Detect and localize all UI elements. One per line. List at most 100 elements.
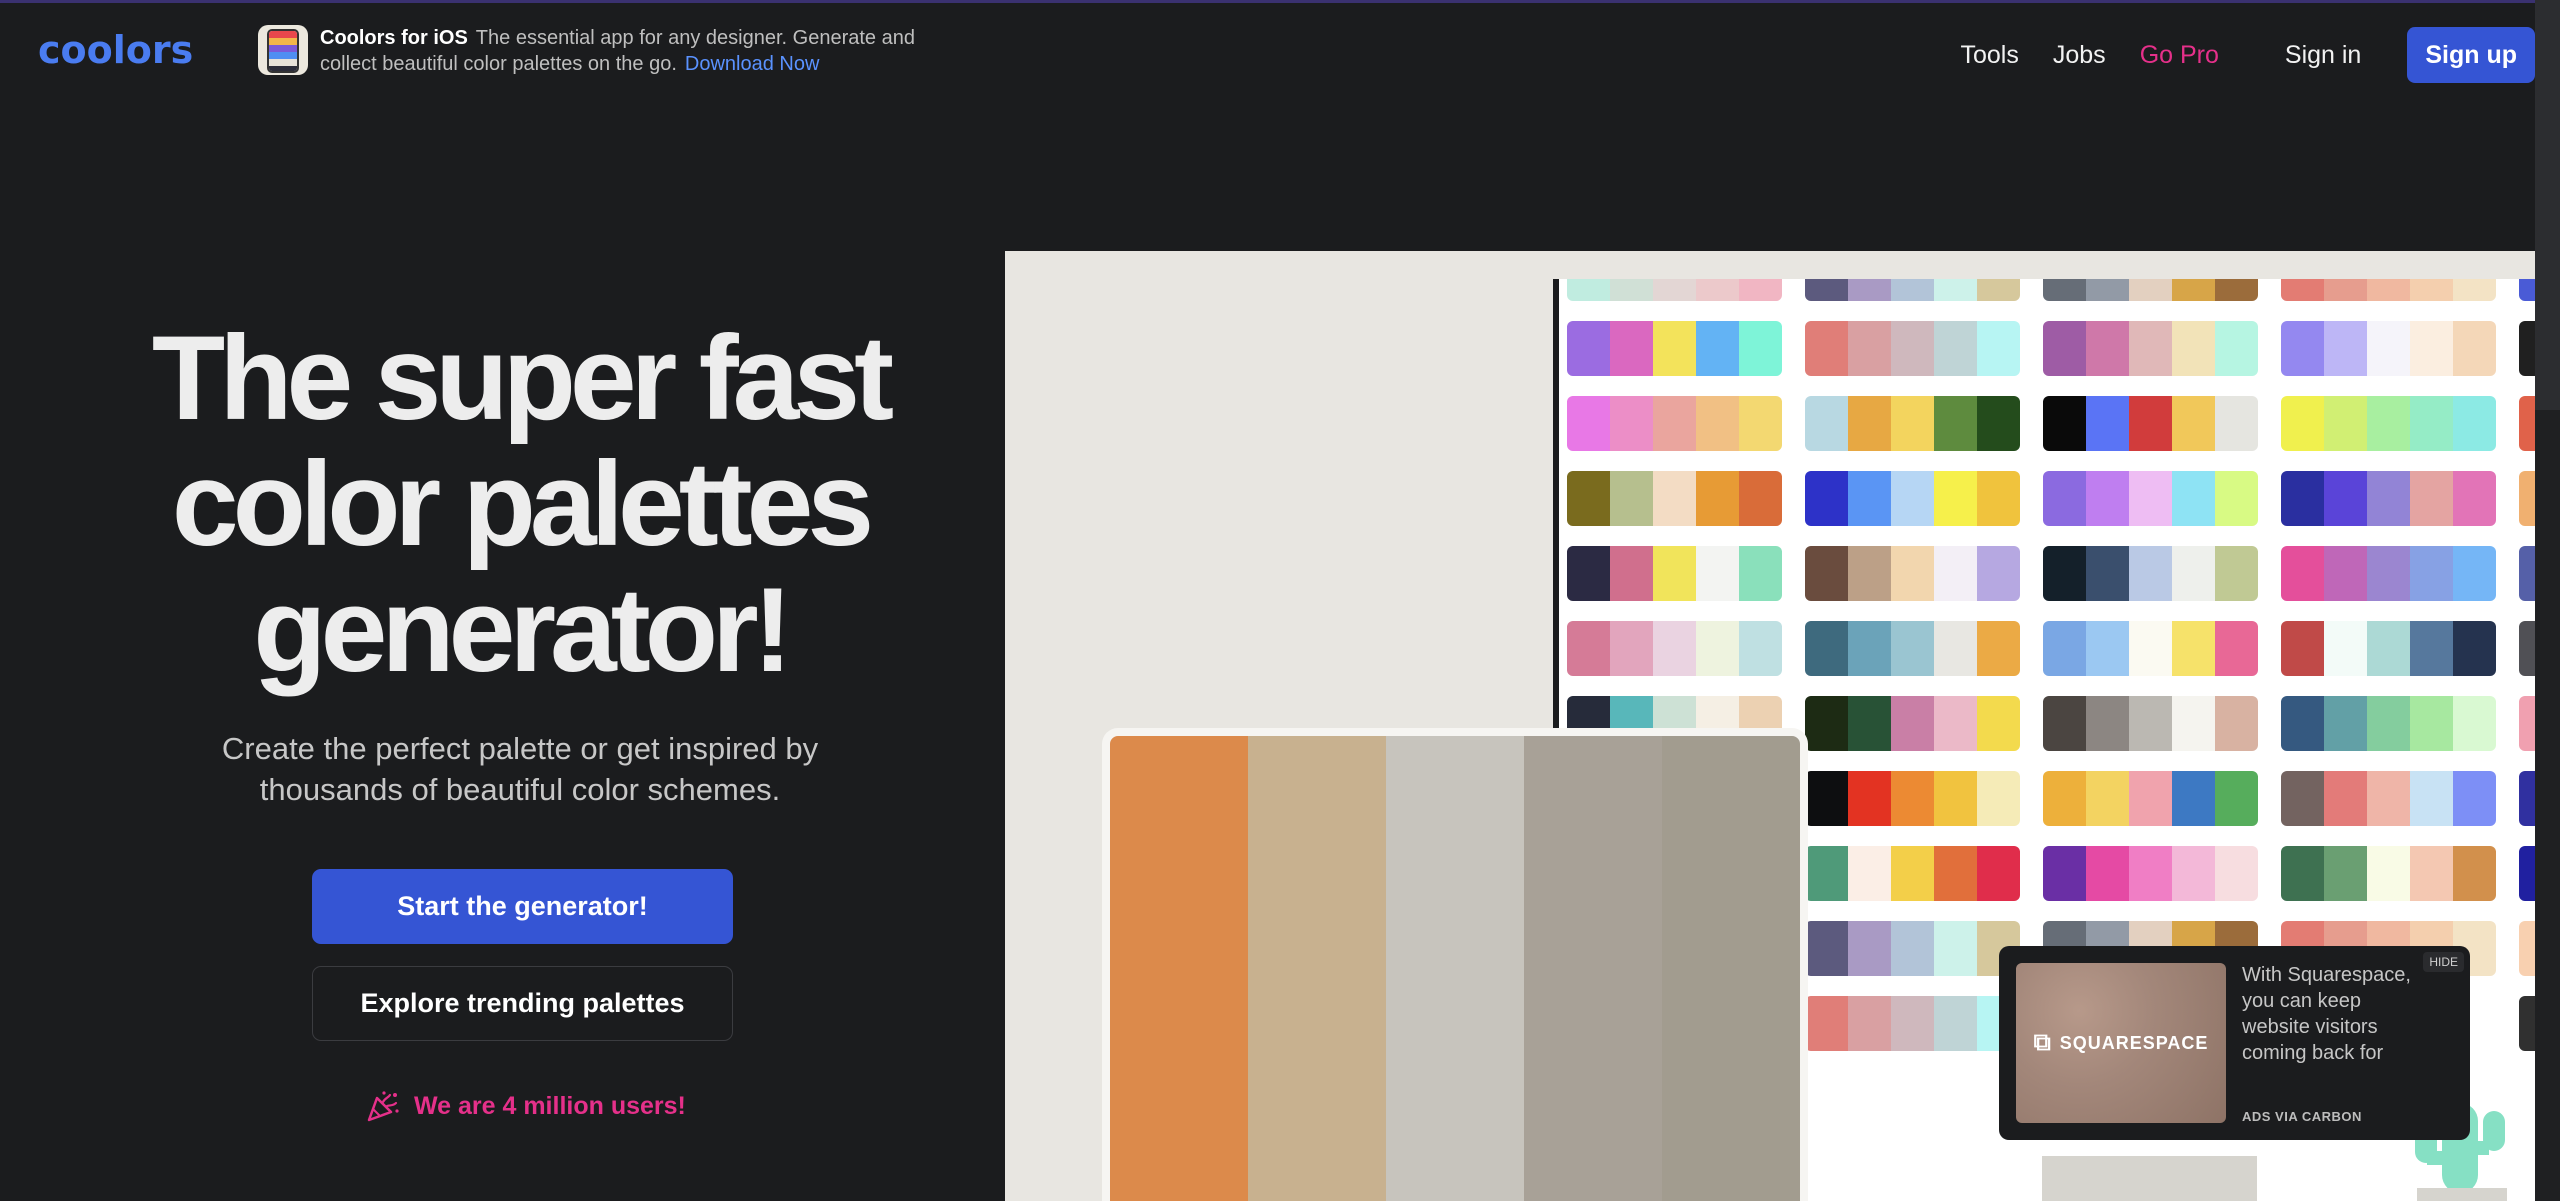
palette-swatch <box>2367 546 2410 601</box>
palette-swatch <box>2324 846 2367 901</box>
palette-swatch <box>2281 546 2324 601</box>
palette-swatch <box>2453 471 2496 526</box>
palette-swatch <box>2324 471 2367 526</box>
ad-text[interactable]: With Squarespace, you can keep website v… <box>2242 962 2417 1066</box>
palette-swatch <box>2519 696 2535 751</box>
scrollbar-thumb[interactable] <box>2535 0 2560 410</box>
palette-swatch <box>2129 771 2172 826</box>
palette-swatch <box>2172 546 2215 601</box>
ads-via-carbon[interactable]: ADS VIA CARBON <box>2242 1109 2362 1124</box>
palette-card <box>1567 396 1782 451</box>
palette-swatch <box>2172 846 2215 901</box>
palette-card <box>2281 546 2496 601</box>
palette-swatch <box>2519 846 2535 901</box>
palette-card <box>2281 771 2496 826</box>
palette-swatch <box>2172 321 2215 376</box>
palette-swatch <box>2410 396 2453 451</box>
palette-swatch <box>2410 771 2453 826</box>
hero-title-line-3: generator! <box>253 563 792 697</box>
palette-swatch <box>1567 396 1610 451</box>
page-scrollbar[interactable] <box>2535 0 2560 1201</box>
palette-swatch <box>1934 996 1977 1051</box>
palette-swatch <box>1934 771 1977 826</box>
palette-swatch <box>2519 546 2535 601</box>
palette-swatch <box>2215 771 2258 826</box>
carbon-ad[interactable]: ⧉ SQUARESPACE With Squarespace, you can k… <box>1999 946 2470 1140</box>
promo-text: Coolors for iOS The essential app for any… <box>320 25 920 77</box>
ad-brand: SQUARESPACE <box>2059 1032 2209 1053</box>
palette-swatch <box>1891 621 1934 676</box>
palette-swatch <box>1848 921 1891 976</box>
party-popper-icon <box>367 1091 399 1122</box>
palette-swatch <box>1610 471 1653 526</box>
palette-swatch <box>2453 279 2496 301</box>
palette-swatch <box>1805 846 1848 901</box>
palette-swatch <box>2215 546 2258 601</box>
coolors-logo[interactable]: coolors <box>38 28 193 72</box>
palette-swatch <box>2086 771 2129 826</box>
palette-card <box>1805 846 2020 901</box>
featured-palette <box>1110 736 1800 1201</box>
palette-card <box>2281 471 2496 526</box>
palette-swatch <box>1696 546 1739 601</box>
palette-card <box>2043 696 2258 751</box>
palette-swatch <box>1891 996 1934 1051</box>
palette-card <box>2043 471 2258 526</box>
nav-go-pro[interactable]: Go Pro <box>2140 41 2219 70</box>
palette-swatch <box>2410 846 2453 901</box>
palette-swatch <box>2215 279 2258 301</box>
users-count: We are 4 million users! <box>366 1089 686 1123</box>
palette-swatch <box>2215 471 2258 526</box>
palette-swatch <box>2281 621 2324 676</box>
featured-palette-swatch <box>1524 736 1662 1201</box>
palette-swatch <box>1653 321 1696 376</box>
palette-swatch <box>2324 771 2367 826</box>
palette-card <box>1805 321 2020 376</box>
palette-card <box>1567 546 1782 601</box>
sign-up-button[interactable]: Sign up <box>2407 27 2535 83</box>
palette-swatch <box>2281 771 2324 826</box>
sign-in-link[interactable]: Sign in <box>2285 41 2361 70</box>
palette-swatch <box>1934 471 1977 526</box>
palette-card <box>2519 921 2535 976</box>
palette-card <box>2519 846 2535 901</box>
palette-swatch <box>1848 621 1891 676</box>
palette-card <box>2043 396 2258 451</box>
palette-card <box>1567 321 1782 376</box>
ad-image[interactable]: ⧉ SQUARESPACE <box>2016 963 2226 1123</box>
palette-swatch <box>2367 279 2410 301</box>
palette-swatch <box>1977 696 2020 751</box>
nav-jobs[interactable]: Jobs <box>2053 41 2106 70</box>
palette-swatch <box>2453 396 2496 451</box>
palette-swatch <box>1739 396 1782 451</box>
palette-card <box>1805 546 2020 601</box>
palette-swatch <box>2367 696 2410 751</box>
palette-swatch <box>1891 771 1934 826</box>
palette-swatch <box>2086 321 2129 376</box>
palette-swatch <box>2172 696 2215 751</box>
palette-card <box>2281 696 2496 751</box>
palette-swatch <box>2215 321 2258 376</box>
palette-swatch <box>2410 279 2453 301</box>
palette-swatch <box>1934 696 1977 751</box>
ad-hide-button[interactable]: HIDE <box>2423 952 2464 972</box>
explore-trending-button[interactable]: Explore trending palettes <box>312 966 733 1041</box>
download-now-link[interactable]: Download Now <box>685 53 820 75</box>
palette-swatch <box>1610 396 1653 451</box>
palette-swatch <box>1739 471 1782 526</box>
palette-swatch <box>1977 846 2020 901</box>
palette-swatch <box>1934 621 1977 676</box>
palette-card <box>1567 471 1782 526</box>
palette-swatch <box>1934 546 1977 601</box>
palette-card <box>2043 321 2258 376</box>
palette-swatch <box>1567 279 1610 301</box>
palette-swatch <box>2129 321 2172 376</box>
palette-swatch <box>2453 546 2496 601</box>
palette-swatch <box>2043 621 2086 676</box>
palette-swatch <box>2043 771 2086 826</box>
palette-card <box>2281 279 2496 301</box>
start-generator-button[interactable]: Start the generator! <box>312 869 733 944</box>
nav-tools[interactable]: Tools <box>1961 41 2019 70</box>
palette-swatch <box>2324 396 2367 451</box>
palette-card <box>2281 846 2496 901</box>
